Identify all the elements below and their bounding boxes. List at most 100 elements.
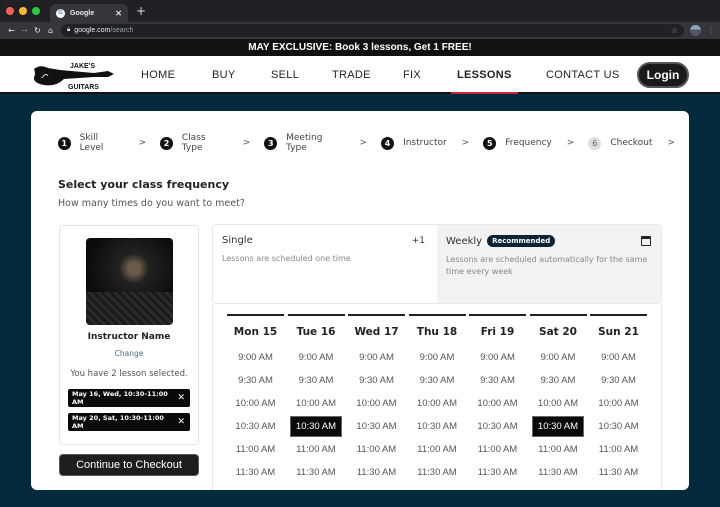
new-tab-icon[interactable]: + [136, 4, 146, 18]
time-slot[interactable]: 9:00 AM [469, 346, 526, 369]
step-instructor[interactable]: 4 Instructor [381, 136, 447, 150]
time-slot[interactable]: 11:00 AM [530, 438, 587, 461]
day-divider [227, 314, 284, 316]
jakes-guitars-logo[interactable]: JAKE'S GUITARS [30, 59, 116, 91]
day-label: Mon 15 [233, 326, 278, 338]
time-slot[interactable]: 10:00 AM [288, 392, 345, 415]
time-slot[interactable]: 9:00 AM [409, 346, 466, 369]
nav-fix[interactable]: FIX [403, 56, 421, 94]
time-slot[interactable]: 10:00 AM [530, 392, 587, 415]
time-slot[interactable]: 9:00 AM [227, 346, 284, 369]
nav-buy[interactable]: BUY [212, 56, 236, 94]
time-slot[interactable]: 9:30 AM [409, 369, 466, 392]
nav-contact-us[interactable]: CONTACT US [546, 56, 620, 94]
time-slot[interactable]: 9:30 AM [227, 369, 284, 392]
time-slot[interactable]: 11:00 AM [590, 438, 647, 461]
chevron-right-icon: > [461, 138, 470, 148]
time-slot-label: 10:30 AM [289, 416, 343, 437]
address-bar[interactable]: 🔒︎ google.com/search ☆ [61, 24, 684, 37]
back-icon[interactable]: ← [5, 26, 18, 35]
change-instructor-link[interactable]: Change [60, 349, 198, 358]
home-icon[interactable]: ⌂ [44, 26, 57, 35]
step-class-type[interactable]: 2 Class Type [160, 133, 228, 153]
option-title: Single [222, 235, 253, 246]
close-tab-icon[interactable]: ✕ [115, 9, 122, 18]
time-slot-label: 11:30 AM [296, 467, 336, 478]
time-slot[interactable]: 11:00 AM [409, 438, 466, 461]
time-slot[interactable]: 10:30 AM [590, 415, 647, 438]
time-slot[interactable]: 11:30 AM [348, 461, 405, 484]
time-slot-selected[interactable]: 10:30 AM [530, 415, 587, 438]
time-slot[interactable]: 11:30 AM [288, 461, 345, 484]
minimize-window-button[interactable] [19, 7, 27, 15]
selected-lesson-chip: May 20, Sat, 10:30-11:00 AM ✕ [68, 413, 190, 431]
step-meeting-type[interactable]: 3 Meeting Type [264, 133, 344, 153]
time-slot[interactable]: 9:30 AM [469, 369, 526, 392]
frequency-option-single[interactable]: Single +1 Lessons are scheduled one time [213, 225, 437, 303]
time-slot[interactable]: 11:00 AM [469, 438, 526, 461]
step-checkout[interactable]: 6 Checkout [588, 136, 652, 150]
day-divider [590, 314, 647, 316]
nav-home[interactable]: HOME [141, 56, 175, 94]
window-controls [6, 7, 40, 15]
time-slot[interactable]: 10:30 AM [469, 415, 526, 438]
login-button[interactable]: Login [637, 62, 689, 88]
time-slot[interactable]: 10:00 AM [227, 392, 284, 415]
time-slot[interactable]: 10:00 AM [469, 392, 526, 415]
nav-sell[interactable]: SELL [271, 56, 299, 94]
step-number: 4 [381, 136, 395, 150]
maximize-window-button[interactable] [32, 7, 40, 15]
time-slot-label: 11:30 AM [356, 467, 397, 478]
time-slot[interactable]: 9:30 AM [288, 369, 345, 392]
profile-avatar[interactable] [690, 25, 701, 36]
time-slot[interactable]: 11:30 AM [530, 461, 587, 484]
time-slot[interactable]: 10:30 AM [227, 415, 284, 438]
time-slot-label: 9:00 AM [540, 352, 576, 363]
remove-lesson-icon[interactable]: ✕ [177, 393, 185, 403]
close-window-button[interactable] [6, 7, 14, 15]
time-slot[interactable]: 10:30 AM [348, 415, 405, 438]
time-slot-label: 9:30 AM [359, 375, 394, 386]
time-slot[interactable]: 9:00 AM [530, 346, 587, 369]
time-slot-selected[interactable]: 10:30 AM [288, 415, 345, 438]
time-slot[interactable]: 11:30 AM [409, 461, 466, 484]
time-slot[interactable]: 11:30 AM [590, 461, 647, 484]
time-slot[interactable]: 11:00 AM [348, 438, 405, 461]
step-skill-level[interactable]: 1 Skill Level [58, 133, 124, 153]
day-column: Sun 21 9:00 AM 9:30 AM 10:00 AM 10:30 AM 11:0… [590, 314, 647, 484]
remove-lesson-icon[interactable]: ✕ [177, 417, 185, 427]
browser-menu-icon[interactable]: ⋮ [707, 26, 715, 35]
day-label: Tue 16 [296, 326, 336, 338]
forward-icon[interactable]: → [18, 26, 31, 35]
promo-banner: MAY EXCLUSIVE: Book 3 lessons, Get 1 FRE… [0, 39, 720, 56]
time-slot[interactable]: 9:00 AM [288, 346, 345, 369]
time-slot-schedule: Mon 15 9:00 AM 9:30 AM 10:00 AM 10:30 AM 11:0… [212, 304, 662, 490]
time-slot[interactable]: 10:30 AM [409, 415, 466, 438]
time-slot-label: 11:00 AM [538, 444, 578, 455]
time-slot-label: 10:30 AM [416, 421, 458, 432]
time-slot[interactable]: 11:00 AM [227, 438, 284, 461]
frequency-option-weekly[interactable]: Weekly Recommended Lessons are scheduled … [437, 225, 661, 303]
bookmark-star-icon[interactable]: ☆ [671, 26, 678, 35]
nav-trade[interactable]: TRADE [332, 56, 371, 94]
time-slot[interactable]: 9:30 AM [590, 369, 647, 392]
time-slot[interactable]: 10:00 AM [590, 392, 647, 415]
nav-lessons[interactable]: LESSONS [451, 56, 518, 94]
time-slot[interactable]: 9:00 AM [348, 346, 405, 369]
browser-tab[interactable]: G Google ✕ [50, 4, 128, 22]
time-slot[interactable]: 11:30 AM [227, 461, 284, 484]
time-slot[interactable]: 10:00 AM [409, 392, 466, 415]
step-frequency[interactable]: 5 Frequency [483, 136, 552, 150]
time-slot[interactable]: 11:30 AM [469, 461, 526, 484]
time-slot[interactable]: 9:30 AM [530, 369, 587, 392]
reload-icon[interactable]: ↻ [31, 26, 44, 35]
time-slot[interactable]: 10:00 AM [348, 392, 405, 415]
continue-to-checkout-button[interactable]: Continue to Checkout [59, 454, 199, 476]
option-description: Lessons are scheduled one time [222, 254, 351, 263]
chevron-right-icon: > [138, 138, 147, 148]
logo-text-bottom: GUITARS [68, 84, 99, 91]
time-slot[interactable]: 9:00 AM [590, 346, 647, 369]
time-slot[interactable]: 11:00 AM [288, 438, 345, 461]
time-slot[interactable]: 9:30 AM [348, 369, 405, 392]
time-slot-label: 9:00 AM [359, 352, 394, 363]
